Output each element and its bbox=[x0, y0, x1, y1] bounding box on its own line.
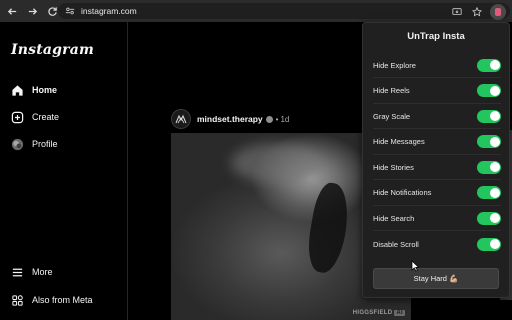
back-arrow-icon[interactable] bbox=[4, 3, 20, 19]
post-username[interactable]: mindset.therapy bbox=[197, 114, 263, 124]
sidebar-item-label: Home bbox=[32, 85, 58, 95]
hide-search-toggle[interactable] bbox=[477, 211, 501, 225]
bookmark-star-icon[interactable] bbox=[470, 5, 484, 19]
option-hide-reels: Hide Reels bbox=[373, 79, 501, 104]
option-hide-stories: Hide Stories bbox=[373, 155, 501, 180]
address-bar[interactable]: instagram.com bbox=[58, 3, 510, 20]
extension-icon[interactable] bbox=[490, 4, 506, 20]
sidebar-item-profile[interactable]: Profile bbox=[10, 134, 58, 154]
site-info-icon[interactable] bbox=[64, 5, 76, 17]
post-header: mindset.therapy • 1d bbox=[171, 108, 289, 130]
sidebar-item-label: Profile bbox=[32, 139, 58, 149]
hamburger-icon bbox=[10, 265, 24, 279]
sidebar-item-also-from-meta[interactable]: Also from Meta bbox=[10, 290, 93, 310]
watermark-badge: AI bbox=[394, 310, 405, 316]
option-hide-search: Hide Search bbox=[373, 206, 501, 231]
meta-apps-icon bbox=[10, 293, 24, 307]
untrap-extension-popup: UnTrap Insta Hide Explore Hide Reels Gra… bbox=[362, 22, 510, 298]
option-label: Hide Notifications bbox=[373, 188, 432, 197]
hide-notifications-toggle[interactable] bbox=[477, 186, 501, 199]
popup-title: UnTrap Insta bbox=[407, 31, 465, 42]
option-label: Hide Explore bbox=[373, 60, 416, 70]
post-avatar[interactable] bbox=[171, 109, 191, 129]
option-label: Disable Scroll bbox=[373, 239, 419, 249]
option-gray-scale: Gray Scale bbox=[373, 104, 501, 129]
option-hide-messages: Hide Messages bbox=[373, 130, 501, 155]
option-label: Hide Reels bbox=[373, 86, 410, 95]
option-hide-explore: Hide Explore bbox=[373, 53, 501, 78]
sidebar-item-home[interactable]: Home bbox=[10, 80, 57, 100]
option-label: Hide Messages bbox=[373, 137, 425, 146]
install-app-icon[interactable] bbox=[450, 5, 464, 19]
stay-hard-button[interactable]: Stay Hard 💪🏼 bbox=[373, 268, 499, 289]
sidebar-item-label: Create bbox=[32, 112, 60, 122]
gray-scale-toggle[interactable] bbox=[477, 109, 501, 123]
post-separator: • bbox=[275, 114, 279, 124]
option-hide-notifications: Hide Notifications bbox=[373, 181, 501, 206]
post-watermark: HIGGSFIELD AI bbox=[353, 310, 405, 316]
post-time: 1d bbox=[280, 114, 290, 124]
hide-messages-toggle[interactable] bbox=[477, 135, 501, 148]
instagram-logo[interactable]: Instagram bbox=[11, 42, 94, 58]
disable-scroll-toggle[interactable] bbox=[477, 237, 501, 251]
mouse-cursor-icon bbox=[411, 260, 419, 272]
plus-square-icon bbox=[10, 110, 24, 124]
hide-stories-toggle[interactable] bbox=[477, 160, 501, 174]
option-label: Gray Scale bbox=[373, 111, 411, 121]
sidebar-item-label: Also from Meta bbox=[32, 295, 93, 305]
sidebar-item-label: More bbox=[32, 267, 53, 277]
forward-arrow-icon[interactable] bbox=[24, 3, 40, 19]
hide-reels-toggle[interactable] bbox=[477, 84, 501, 97]
browser-toolbar: instagram.com bbox=[0, 0, 512, 22]
sidebar-item-create[interactable]: Create bbox=[10, 107, 59, 127]
watermark-text: HIGGSFIELD bbox=[352, 310, 393, 316]
option-label: Hide Stories bbox=[373, 162, 414, 172]
instagram-sidebar: Instagram Home Create Profile More Also … bbox=[0, 22, 128, 320]
url-text[interactable]: instagram.com bbox=[81, 6, 137, 16]
option-disable-scroll: Disable Scroll bbox=[373, 232, 501, 257]
hide-explore-toggle[interactable] bbox=[477, 58, 501, 72]
profile-avatar-icon bbox=[10, 137, 24, 151]
sidebar-item-more[interactable]: More bbox=[10, 262, 53, 282]
option-label: Hide Search bbox=[373, 213, 415, 223]
verified-badge-icon bbox=[265, 115, 273, 123]
home-icon bbox=[10, 83, 24, 97]
